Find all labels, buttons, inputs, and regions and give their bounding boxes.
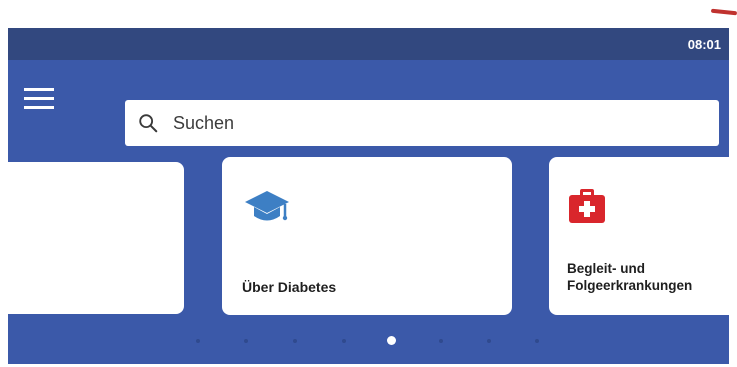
app-bar (8, 60, 729, 160)
pagination-dot[interactable] (342, 339, 346, 343)
topic-card-about-diabetes[interactable]: Über Diabetes (222, 157, 512, 315)
pagination-dot[interactable] (487, 339, 491, 343)
card-label: Über Diabetes (242, 279, 337, 295)
menu-line (24, 97, 54, 100)
card-label: Begleit- und Folgeerkrankungen (567, 261, 693, 293)
search-icon (139, 114, 158, 133)
carousel-pagination (8, 332, 729, 350)
first-aid-kit-icon (569, 189, 605, 223)
search-box[interactable] (125, 100, 719, 146)
pagination-dot[interactable] (535, 339, 539, 343)
menu-line (24, 106, 54, 109)
hamburger-menu-icon[interactable] (22, 80, 56, 114)
pagination-dot[interactable] (439, 339, 443, 343)
status-bar: 08:01 (8, 28, 729, 60)
menu-line (24, 88, 54, 91)
app-screen: 08:01 Über Diabetes (8, 28, 729, 364)
pagination-dot[interactable] (293, 339, 297, 343)
topic-card[interactable] (8, 162, 184, 314)
status-time: 08:01 (687, 37, 721, 52)
pagination-dot-active[interactable] (387, 336, 396, 345)
pagination-dot[interactable] (196, 339, 200, 343)
topic-card-comorbidities[interactable]: Begleit- und Folgeerkrankungen (549, 157, 729, 315)
graduation-cap-icon (245, 191, 289, 221)
search-input[interactable] (173, 100, 693, 146)
pagination-dot[interactable] (244, 339, 248, 343)
corner-red-mark (710, 8, 737, 16)
